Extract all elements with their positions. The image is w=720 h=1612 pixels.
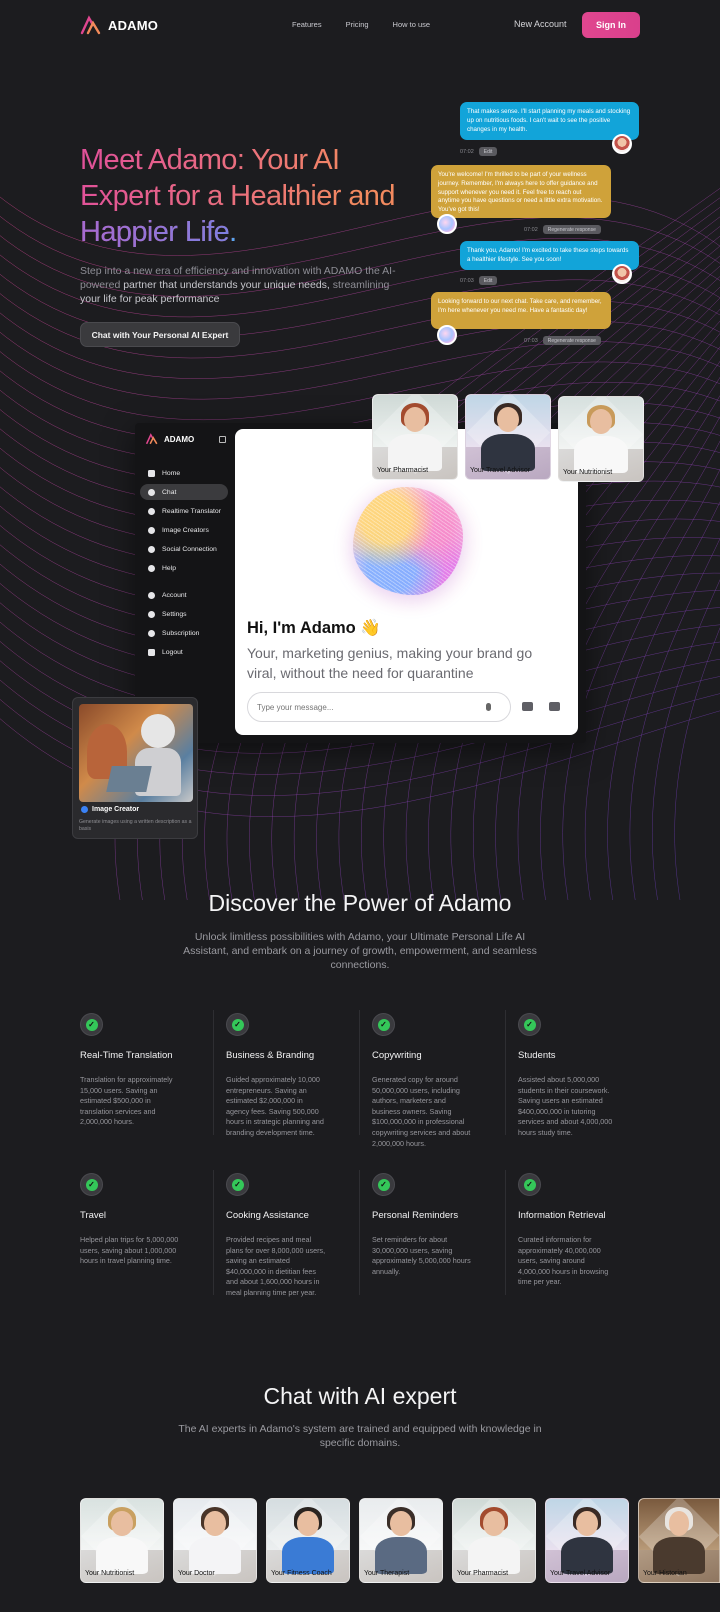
check-icon: ✓: [80, 1013, 103, 1036]
feature-copywriting: ✓ Copywriting Generated copy for around 5…: [372, 1013, 502, 1149]
feature-travel: ✓ Travel Helped plan trips for 5,000,000 …: [80, 1173, 210, 1267]
expert-label: Your Travel Advisor: [550, 1570, 611, 1577]
expert-card-fitness-coach[interactable]: Your Fitness Coach: [266, 1498, 350, 1583]
check-icon: ✓: [372, 1173, 395, 1196]
check-icon: ✓: [80, 1173, 103, 1196]
feature-students: ✓ Students Assisted about 5,000,000 stude…: [518, 1013, 648, 1139]
expert-label: Your Pharmacist: [457, 1570, 509, 1577]
expert-label: Your Historian: [643, 1570, 687, 1577]
expert-label: Your Fitness Coach: [271, 1570, 332, 1577]
expert-label: Your Therapist: [364, 1570, 410, 1577]
feature-real-time-translation: ✓ Real-Time Translation Translation for a…: [80, 1013, 210, 1128]
expert-card-pharmacist[interactable]: Your Pharmacist: [372, 394, 458, 480]
expert-card-therapist[interactable]: Your Therapist: [359, 1498, 443, 1583]
check-icon: ✓: [518, 1013, 541, 1036]
feature-personal-reminders: ✓ Personal Reminders Set reminders for ab…: [372, 1173, 502, 1277]
expert-label: Your Nutritionist: [563, 469, 613, 476]
check-icon: ✓: [226, 1173, 249, 1196]
expert-card-pharmacist[interactable]: Your Pharmacist: [452, 1498, 536, 1583]
check-icon: ✓: [518, 1173, 541, 1196]
expert-card-nutritionist[interactable]: Your Nutritionist: [80, 1498, 164, 1583]
expert-card-travel-advisor[interactable]: Your Travel Advisor: [545, 1498, 629, 1583]
feature-cooking-assistance: ✓ Cooking Assistance Provided recipes and…: [226, 1173, 356, 1299]
experts-title: Chat with AI expert: [263, 1383, 457, 1409]
expert-card-nutritionist[interactable]: Your Nutritionist: [558, 396, 644, 482]
expert-label: Your Nutritionist: [85, 1570, 135, 1577]
expert-label: Your Travel Advisor: [470, 467, 531, 474]
feature-information-retrieval: ✓ Information Retrieval Curated informati…: [518, 1173, 648, 1288]
expert-card-doctor[interactable]: Your Doctor: [173, 1498, 257, 1583]
check-icon: ✓: [372, 1013, 395, 1036]
expert-card-historian[interactable]: Your Historian: [638, 1498, 720, 1583]
features-grid: ✓ Real-Time Translation Translation for a…: [0, 0, 720, 1320]
expert-card-travel-advisor[interactable]: Your Travel Advisor: [465, 394, 551, 480]
experts-subtitle: The AI experts in Adamo's system are tra…: [178, 1423, 542, 1449]
feature-business-branding: ✓ Business & Branding Guided approximatel…: [226, 1013, 356, 1139]
check-icon: ✓: [226, 1013, 249, 1036]
expert-label: Your Pharmacist: [377, 467, 429, 474]
expert-label: Your Doctor: [178, 1570, 215, 1577]
